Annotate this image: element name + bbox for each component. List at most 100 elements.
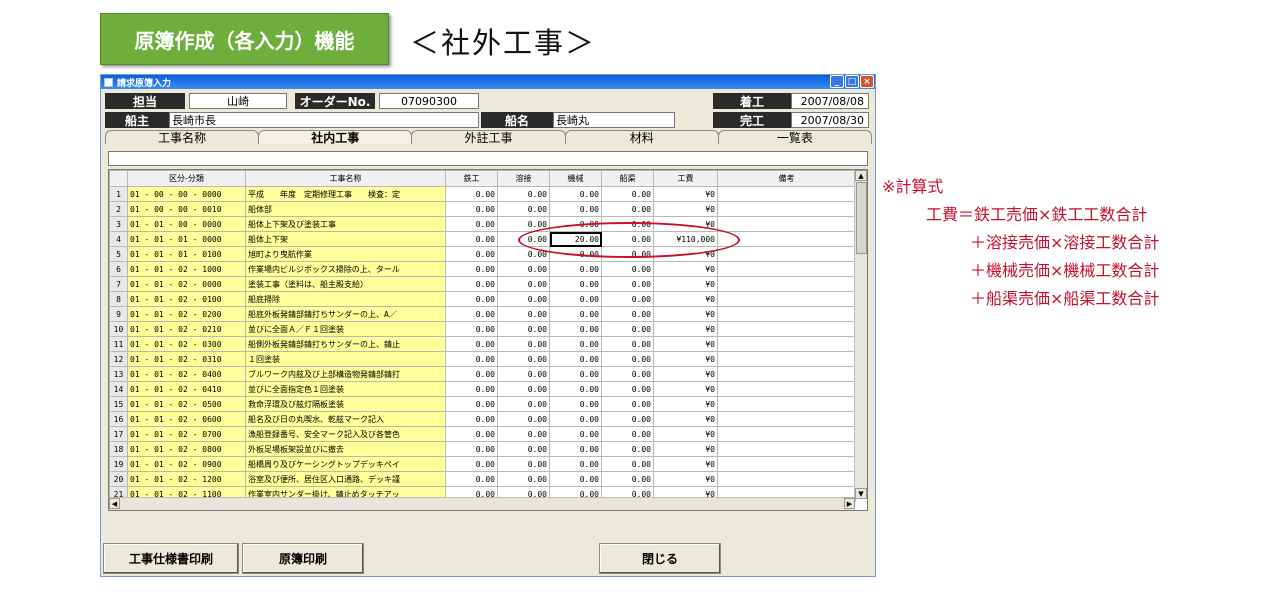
- kubun-cell[interactable]: 01 - 01 - 02 - 0900: [127, 456, 246, 472]
- koji-meisho-cell[interactable]: ブルワーク内舷及び上部構造物発錆部錆打: [245, 366, 446, 382]
- kikai-cell[interactable]: 0.00: [549, 456, 602, 472]
- senkyo-cell[interactable]: 0.00: [601, 441, 654, 457]
- tekko-cell[interactable]: 0.00: [445, 381, 498, 397]
- kubun-cell[interactable]: 01 - 01 - 01 - 0100: [127, 246, 246, 262]
- table-row[interactable]: 14 01 - 01 - 02 - 0410 並びに全面指定色１回塗装 0.00 0.0…: [109, 381, 856, 397]
- tekko-cell[interactable]: 0.00: [445, 411, 498, 427]
- koji-meisho-cell[interactable]: 船体上下架及び塗装工事: [245, 216, 446, 232]
- biko-cell[interactable]: [717, 321, 856, 337]
- table-row[interactable]: 11 01 - 01 - 02 - 0300 船側外板発錆部錆打ちサンダーの上、錆止…: [109, 336, 856, 352]
- tekko-cell[interactable]: 0.00: [445, 351, 498, 367]
- chakko-date-field[interactable]: 2007/08/08: [791, 93, 869, 109]
- senkyo-cell[interactable]: 0.00: [601, 366, 654, 382]
- yosetsu-cell[interactable]: 0.00: [497, 456, 550, 472]
- koji-meisho-cell[interactable]: 並びに全面指定色１回塗装: [245, 381, 446, 397]
- yosetsu-cell[interactable]: 0.00: [497, 336, 550, 352]
- tekko-cell[interactable]: 0.00: [445, 306, 498, 322]
- print-spec-button[interactable]: 工事仕様書印刷: [103, 543, 239, 574]
- kubun-cell[interactable]: 01 - 01 - 02 - 0410: [127, 381, 246, 397]
- maximize-button[interactable]: □: [845, 75, 859, 88]
- table-row[interactable]: 16 01 - 01 - 02 - 0600 船名及び日の丸喫水、乾舷マーク記入 0.…: [109, 411, 856, 427]
- table-row[interactable]: 13 01 - 01 - 02 - 0400 ブルワーク内舷及び上部構造物発錆部錆打…: [109, 366, 856, 382]
- kanko-date-field[interactable]: 2007/08/30: [791, 112, 869, 128]
- senkyo-cell[interactable]: 0.00: [601, 381, 654, 397]
- kubun-cell[interactable]: 01 - 01 - 02 - 0200: [127, 306, 246, 322]
- tekko-cell[interactable]: 0.00: [445, 261, 498, 277]
- senkyo-cell[interactable]: 0.00: [601, 306, 654, 322]
- biko-cell[interactable]: [717, 216, 856, 232]
- table-row[interactable]: 8 01 - 01 - 02 - 0100 船底掃除 0.00 0.00 0.00 0.00…: [109, 291, 856, 307]
- biko-cell[interactable]: [717, 261, 856, 277]
- yosetsu-cell[interactable]: 0.00: [497, 471, 550, 487]
- kubun-cell[interactable]: 01 - 01 - 02 - 0310: [127, 351, 246, 367]
- kubun-cell[interactable]: 01 - 01 - 01 - 0000: [127, 231, 246, 247]
- table-row[interactable]: 1 01 - 00 - 00 - 0000 平成 年度 定期修理工事 検査：定 0.0…: [109, 186, 856, 202]
- order-no-field[interactable]: 07090300: [379, 93, 479, 109]
- koji-meisho-cell[interactable]: 並びに全面Ａ／Ｆ１回塗装: [245, 321, 446, 337]
- kubun-cell[interactable]: 01 - 00 - 00 - 0000: [127, 186, 246, 202]
- scroll-left-icon[interactable]: ◀: [109, 498, 120, 509]
- koji-meisho-cell[interactable]: 船体部: [245, 201, 446, 217]
- tab-koji-meisho[interactable]: 工事名称: [105, 130, 260, 145]
- yosetsu-cell[interactable]: 0.00: [497, 351, 550, 367]
- koji-meisho-cell[interactable]: 作業場内ビルジボックス掃除の上、タール: [245, 261, 446, 277]
- senkyo-cell[interactable]: 0.00: [601, 351, 654, 367]
- kikai-cell[interactable]: 0.00: [549, 201, 602, 217]
- print-ledger-button[interactable]: 原簿印刷: [242, 543, 364, 574]
- yosetsu-cell[interactable]: 0.00: [497, 426, 550, 442]
- table-row[interactable]: 15 01 - 01 - 02 - 0500 救命浮環及び舷灯隔板塗装 0.00 0.0…: [109, 396, 856, 412]
- kubun-cell[interactable]: 01 - 01 - 02 - 0400: [127, 366, 246, 382]
- tab-ichiranhyo[interactable]: 一覧表: [717, 130, 873, 145]
- kubun-cell[interactable]: 01 - 01 - 02 - 0000: [127, 276, 246, 292]
- koji-meisho-cell[interactable]: 塗装工事（塗料は、船主殿支給）: [245, 276, 446, 292]
- kubun-cell[interactable]: 01 - 01 - 02 - 0210: [127, 321, 246, 337]
- koji-meisho-cell[interactable]: 船側外板発錆部錆打ちサンダーの上、錆止: [245, 336, 446, 352]
- kikai-cell[interactable]: 0.00: [549, 306, 602, 322]
- biko-cell[interactable]: [717, 366, 856, 382]
- kubun-cell[interactable]: 01 - 01 - 00 - 0000: [127, 216, 246, 232]
- scroll-up-icon[interactable]: ▲: [855, 170, 867, 181]
- table-row[interactable]: 20 01 - 01 - 02 - 1200 浴室及び便所、居住区入口通路、デッキ謹…: [109, 471, 856, 487]
- senkyo-cell[interactable]: 0.00: [601, 396, 654, 412]
- horizontal-scrollbar[interactable]: ◀ ▶: [109, 497, 855, 510]
- biko-cell[interactable]: [717, 336, 856, 352]
- minimize-button[interactable]: _: [830, 75, 844, 88]
- senkyo-cell[interactable]: 0.00: [601, 186, 654, 202]
- scroll-right-icon[interactable]: ▶: [844, 498, 855, 509]
- kubun-cell[interactable]: 01 - 01 - 02 - 0300: [127, 336, 246, 352]
- close-button[interactable]: 閉じる: [599, 543, 721, 574]
- kikai-cell[interactable]: 0.00: [549, 396, 602, 412]
- biko-cell[interactable]: [717, 201, 856, 217]
- table-row[interactable]: 2 01 - 00 - 00 - 0010 船体部 0.00 0.00 0.00 0.00 ¥…: [109, 201, 856, 217]
- senkyo-cell[interactable]: 0.00: [601, 411, 654, 427]
- koji-meisho-cell[interactable]: 平成 年度 定期修理工事 検査：定: [245, 186, 446, 202]
- koji-meisho-cell[interactable]: 浴室及び便所、居住区入口通路、デッキ謹: [245, 471, 446, 487]
- biko-cell[interactable]: [717, 306, 856, 322]
- koji-meisho-cell[interactable]: 船橋周り及びケーシングトップデッキペイ: [245, 456, 446, 472]
- tekko-cell[interactable]: 0.00: [445, 246, 498, 262]
- senkyo-cell[interactable]: 0.00: [601, 276, 654, 292]
- tekko-cell[interactable]: 0.00: [445, 441, 498, 457]
- table-row[interactable]: 17 01 - 01 - 02 - 0700 漁船登録番号、安全マーク記入及び各管色…: [109, 426, 856, 442]
- biko-cell[interactable]: [717, 396, 856, 412]
- koji-meisho-cell[interactable]: 旭町より曳航作業: [245, 246, 446, 262]
- yosetsu-cell[interactable]: 0.00: [497, 186, 550, 202]
- kubun-cell[interactable]: 01 - 01 - 02 - 0500: [127, 396, 246, 412]
- kikai-cell[interactable]: 0.00: [549, 261, 602, 277]
- table-row[interactable]: 12 01 - 01 - 02 - 0310 １回塗装 0.00 0.00 0.00 0.0…: [109, 351, 856, 367]
- kikai-cell[interactable]: 0.00: [549, 351, 602, 367]
- yosetsu-cell[interactable]: 0.00: [497, 306, 550, 322]
- tab-zairyo[interactable]: 材料: [564, 130, 719, 145]
- kikai-cell[interactable]: 0.00: [549, 186, 602, 202]
- biko-cell[interactable]: [717, 441, 856, 457]
- table-row[interactable]: 9 01 - 01 - 02 - 0200 船底外板発錆部錆打ちサンダーの上、A／ 0…: [109, 306, 856, 322]
- table-row[interactable]: 4 01 - 01 - 01 - 0000 船体上下架 0.00 0.00 20.00 0.…: [109, 231, 856, 247]
- koji-meisho-cell[interactable]: 漁船登録番号、安全マーク記入及び各管色: [245, 426, 446, 442]
- biko-cell[interactable]: [717, 276, 856, 292]
- senkyo-cell[interactable]: 0.00: [601, 261, 654, 277]
- table-row[interactable]: 6 01 - 01 - 02 - 1000 作業場内ビルジボックス掃除の上、タール 0…: [109, 261, 856, 277]
- kikai-cell[interactable]: 0.00: [549, 291, 602, 307]
- kikai-cell[interactable]: 0.00: [549, 366, 602, 382]
- tekko-cell[interactable]: 0.00: [445, 471, 498, 487]
- senkyo-cell[interactable]: 0.00: [601, 426, 654, 442]
